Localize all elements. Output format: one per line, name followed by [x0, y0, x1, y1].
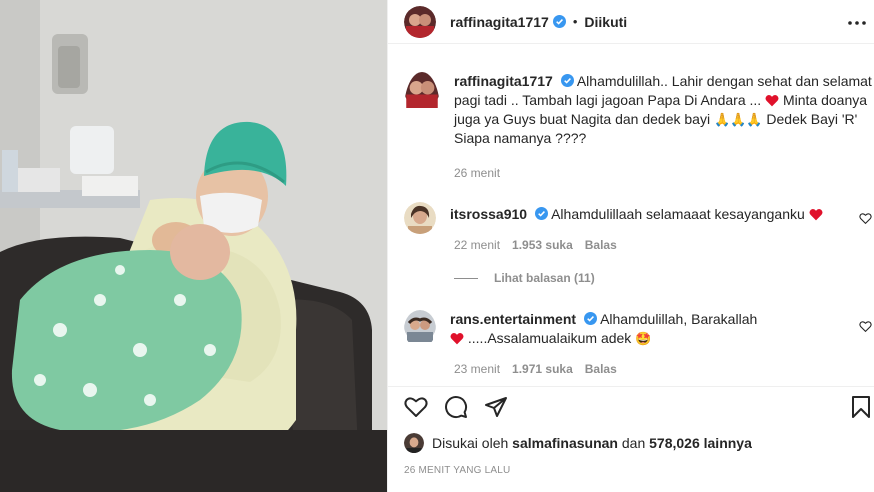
star-eyes-emoji-icon: 🤩: [635, 331, 652, 346]
post-timestamp[interactable]: 26 MENIT YANG LALU: [404, 465, 510, 476]
comment-bubble-icon[interactable]: [444, 395, 468, 419]
comment-item: rans.entertainment Alhamdulillah, Baraka…: [404, 310, 874, 348]
replies-divider-line: [454, 277, 478, 279]
author-avatar[interactable]: [404, 5, 436, 38]
post-photo-image: [0, 0, 387, 492]
comment-message: Alhamdulillaah selamaaat kesayanganku: [551, 206, 805, 222]
view-replies-label: Lihat balasan (11): [494, 271, 595, 285]
comment-message-part-1: Alhamdulillah, Barakallah: [600, 311, 758, 327]
reply-button[interactable]: Balas: [585, 238, 617, 252]
caption-username[interactable]: raffinagita1717: [454, 73, 553, 89]
commenter-username[interactable]: itsrossa910: [450, 206, 527, 222]
reply-button[interactable]: Balas: [585, 362, 617, 376]
liker-username[interactable]: salmafinasunan: [512, 435, 618, 451]
comment-like-count[interactable]: 1.953 suka: [512, 238, 573, 252]
liked-by-suffix[interactable]: lainnya: [704, 435, 752, 451]
verified-badge-icon: [552, 15, 566, 28]
verified-badge-icon: [534, 207, 548, 220]
paper-plane-icon[interactable]: [484, 395, 508, 419]
caption-text: raffinagita1717 Alhamdulillah.. Lahir de…: [454, 72, 874, 148]
comment-timestamp: 23 menit: [454, 362, 501, 376]
red-heart-emoji-icon: [765, 94, 779, 107]
comment-text: itsrossa910 Alhamdulillaah selamaaat kes…: [450, 202, 846, 234]
liked-by-middle: dan: [621, 435, 646, 451]
caption-timestamp: 26 menit: [454, 166, 501, 180]
red-heart-emoji-icon: [450, 332, 464, 345]
verified-badge-icon: [560, 74, 574, 87]
comment-item: itsrossa910 Alhamdulillaah selamaaat kes…: [404, 202, 874, 234]
comment-like-heart-icon[interactable]: [859, 212, 872, 225]
post-caption: raffinagita1717 Alhamdulillah.. Lahir de…: [404, 72, 874, 148]
liker-avatar[interactable]: [404, 433, 424, 453]
post-details-panel: raffinagita1717 • Diikuti raffinagita171…: [387, 0, 874, 492]
comment-text: rans.entertainment Alhamdulillah, Baraka…: [450, 310, 846, 348]
comment-meta: 23 menit 1.971 suka Balas: [454, 362, 617, 376]
commenter-username[interactable]: rans.entertainment: [450, 311, 576, 327]
verified-badge-icon: [583, 312, 597, 325]
like-count[interactable]: 578,026: [649, 435, 700, 451]
author-username[interactable]: raffinagita1717: [450, 14, 549, 30]
liked-by-text: Disukai oleh salmafinasunan dan 578,026 …: [432, 435, 752, 451]
pray-emoji-icon: 🙏🙏🙏: [713, 112, 763, 127]
follow-status-button[interactable]: Diikuti: [584, 14, 627, 30]
more-options-icon[interactable]: [847, 13, 867, 33]
separator-dot: •: [572, 14, 578, 29]
liked-by-prefix: Disukai oleh: [432, 435, 509, 451]
liked-by-summary: Disukai oleh salmafinasunan dan 578,026 …: [404, 433, 752, 453]
caption-author-avatar[interactable]: [404, 72, 440, 148]
post-photo[interactable]: [0, 0, 387, 492]
post-header: raffinagita1717 • Diikuti: [388, 0, 874, 44]
comment-timestamp: 22 menit: [454, 238, 501, 252]
comment-message-part-2: .....Assalamualaikum adek: [467, 330, 632, 346]
post-actions-bar: [388, 386, 874, 424]
view-replies-button[interactable]: Lihat balasan (11): [454, 271, 595, 285]
red-heart-emoji-icon: [809, 208, 823, 221]
commenter-avatar[interactable]: [404, 310, 436, 348]
commenter-avatar[interactable]: [404, 202, 436, 234]
bookmark-icon[interactable]: [849, 395, 873, 419]
heart-icon[interactable]: [404, 395, 428, 419]
comment-like-heart-icon[interactable]: [859, 320, 872, 333]
comment-like-count[interactable]: 1.971 suka: [512, 362, 573, 376]
comment-meta: 22 menit 1.953 suka Balas: [454, 238, 617, 252]
